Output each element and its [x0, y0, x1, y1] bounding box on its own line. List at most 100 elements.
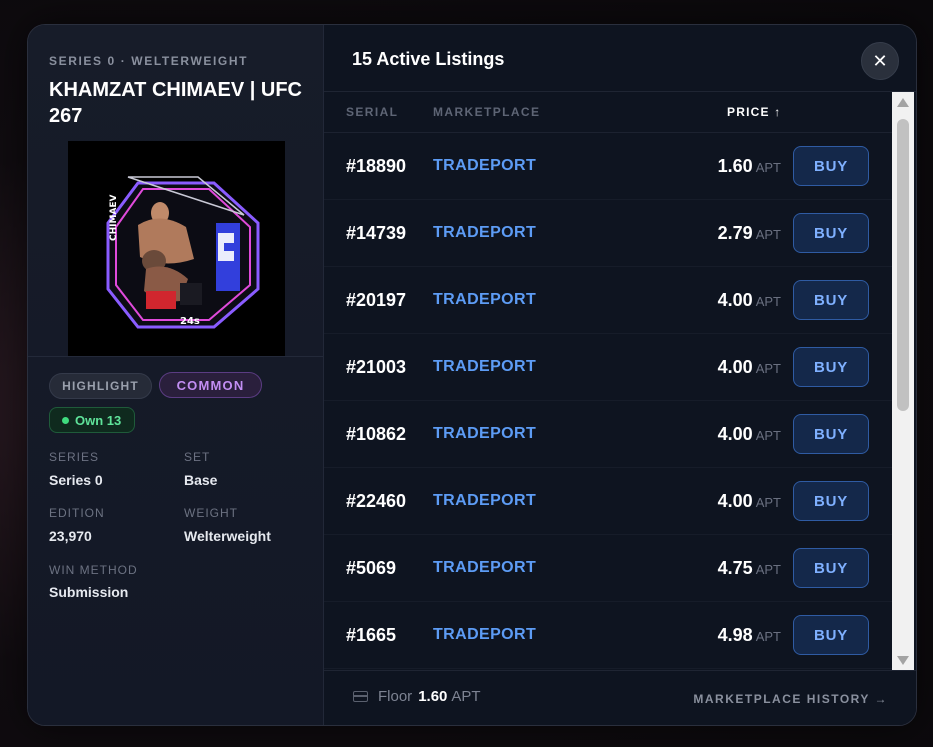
listing-marketplace-link[interactable]: TRADEPORT	[433, 559, 536, 577]
moment-title: KHAMZAT CHIMAEV | UFC 267	[49, 79, 302, 127]
listing-serial: #20197	[346, 290, 407, 310]
listing-marketplace-link[interactable]: TRADEPORT	[433, 358, 536, 376]
listing-serial: #18890	[346, 156, 407, 176]
floor-value: 1.60	[418, 688, 448, 705]
listing-price-unit: APT	[755, 227, 781, 242]
series-label: SERIES	[49, 450, 100, 464]
scroll-up-icon[interactable]	[897, 98, 909, 107]
listing-price-unit: APT	[755, 428, 781, 443]
buy-button[interactable]: BUY	[793, 213, 869, 253]
listing-price: 4.75 APT	[718, 558, 781, 579]
owned-count-badge: Own 13	[49, 407, 135, 433]
highlight-tag: HIGHLIGHT	[49, 373, 152, 399]
listing-price: 4.00 APT	[718, 290, 781, 311]
listing-price: 4.00 APT	[718, 357, 781, 378]
edition-value: 23,970	[49, 528, 92, 544]
listing-price: 4.00 APT	[718, 424, 781, 445]
listings-table: #18890 TRADEPORT 1.60 APT BUY #14739 TRADEPORT…	[324, 133, 892, 671]
header-divider	[324, 91, 916, 92]
buy-button[interactable]: BUY	[793, 280, 869, 320]
listing-price-unit: APT	[755, 361, 781, 376]
listing-marketplace-link[interactable]: TRADEPORT	[433, 492, 536, 510]
listings-panel: 15 Active Listings ✕ SERIAL MARKETPLACE …	[324, 25, 916, 725]
buy-button[interactable]: BUY	[793, 548, 869, 588]
listing-marketplace-link[interactable]: TRADEPORT	[433, 224, 536, 242]
listing-price-value: 4.98	[717, 625, 753, 645]
scroll-down-icon[interactable]	[897, 656, 909, 665]
edition-label: EDITION	[49, 506, 105, 520]
set-value: Base	[184, 472, 218, 488]
listing-price-value: 2.79	[717, 223, 753, 243]
listing-price-unit: APT	[755, 495, 781, 510]
listing-price: 4.00 APT	[718, 491, 781, 512]
listing-price-value: 4.00	[717, 424, 753, 444]
listing-price: 1.60 APT	[718, 156, 781, 177]
listing-price-value: 4.00	[717, 357, 753, 377]
scrollbar-thumb[interactable]	[897, 119, 909, 411]
set-label: SET	[184, 450, 211, 464]
image-tag: 24s	[180, 316, 200, 327]
buy-button[interactable]: BUY	[793, 146, 869, 186]
listing-price-unit: APT	[755, 629, 781, 644]
listing-price-value: 4.00	[717, 290, 753, 310]
floor-label: Floor	[378, 688, 413, 705]
floor-unit: APT	[451, 688, 481, 705]
moment-image: CHIMAEV 24s	[68, 141, 285, 356]
win-method-label: WIN METHOD	[49, 563, 138, 577]
card-icon	[353, 691, 368, 702]
owned-count-label: Own 13	[75, 412, 122, 428]
left-divider	[28, 356, 323, 357]
rarity-tag: COMMON	[159, 372, 262, 398]
listing-row: #20197 TRADEPORT 4.00 APT BUY	[324, 267, 892, 334]
listing-row: #5069 TRADEPORT 4.75 APT BUY	[324, 535, 892, 602]
listing-serial: #10862	[346, 424, 407, 444]
column-marketplace[interactable]: MARKETPLACE	[433, 105, 540, 119]
listing-price-value: 1.60	[717, 156, 753, 176]
listing-serial: #1665	[346, 625, 397, 645]
listing-price-unit: APT	[755, 294, 781, 309]
marketplace-history-link[interactable]: MARKETPLACE HISTORY →	[693, 692, 888, 706]
listing-row: #1665 TRADEPORT 4.98 APT BUY	[324, 602, 892, 669]
listing-row: #18890 TRADEPORT 1.60 APT BUY	[324, 133, 892, 200]
listing-row: #22460 TRADEPORT 4.00 APT BUY	[324, 468, 892, 535]
close-icon: ✕	[872, 50, 888, 71]
buy-button[interactable]: BUY	[793, 615, 869, 655]
series-value: Series 0	[49, 472, 103, 488]
listing-row: #14739 TRADEPORT 2.79 APT BUY	[324, 200, 892, 267]
listing-marketplace-link[interactable]: TRADEPORT	[433, 157, 536, 175]
listing-marketplace-link[interactable]: TRADEPORT	[433, 291, 536, 309]
listing-price: 4.98 APT	[718, 625, 781, 646]
listing-modal: SERIES 0 · WELTERWEIGHT KHAMZAT CHIMAEV …	[27, 24, 917, 726]
column-serial[interactable]: SERIAL	[346, 105, 398, 119]
listing-serial: #22460	[346, 491, 407, 511]
listing-price-value: 4.75	[717, 558, 753, 578]
column-price-sort[interactable]: PRICE ↑	[727, 105, 781, 119]
listings-footer: Floor 1.60 APT MARKETPLACE HISTORY →	[324, 670, 916, 725]
close-button[interactable]: ✕	[861, 42, 899, 80]
listing-marketplace-link[interactable]: TRADEPORT	[433, 626, 536, 644]
buy-button[interactable]: BUY	[793, 414, 869, 454]
series-subtitle: SERIES 0 · WELTERWEIGHT	[49, 54, 249, 68]
listing-serial: #14739	[346, 223, 407, 243]
image-caption: CHIMAEV	[109, 194, 119, 241]
listings-title: 15 Active Listings	[352, 49, 505, 69]
buy-button[interactable]: BUY	[793, 347, 869, 387]
buy-button[interactable]: BUY	[793, 481, 869, 521]
listing-price-unit: APT	[755, 562, 781, 577]
listing-serial: #5069	[346, 558, 397, 578]
listing-price-value: 4.00	[717, 491, 753, 511]
weight-label: WEIGHT	[184, 506, 238, 520]
win-method-value: Submission	[49, 584, 129, 600]
octagon-cage-image: CHIMAEV 24s	[68, 141, 285, 356]
listing-serial: #21003	[346, 357, 407, 377]
scrollbar[interactable]	[892, 92, 914, 671]
listing-row: #10862 TRADEPORT 4.00 APT BUY	[324, 401, 892, 468]
listing-row: #21003 TRADEPORT 4.00 APT BUY	[324, 334, 892, 401]
listing-marketplace-link[interactable]: TRADEPORT	[433, 425, 536, 443]
weight-value: Welterweight	[184, 528, 271, 544]
status-dot-icon	[62, 416, 69, 424]
listing-price: 2.79 APT	[718, 223, 781, 244]
listing-price-unit: APT	[755, 160, 781, 175]
moment-detail-panel: SERIES 0 · WELTERWEIGHT KHAMZAT CHIMAEV …	[28, 25, 324, 725]
floor-price: Floor 1.60 APT	[353, 688, 481, 705]
